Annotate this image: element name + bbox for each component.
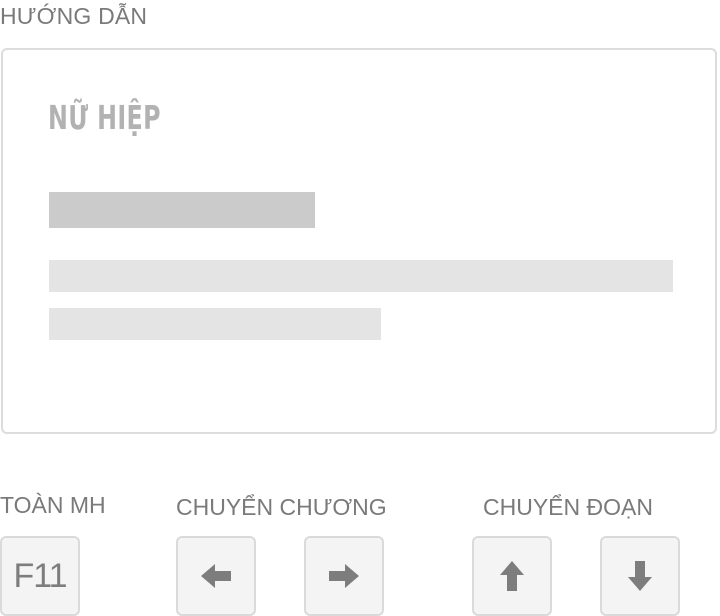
arrow-right-icon — [327, 559, 361, 593]
f11-key-button[interactable]: F11 — [0, 536, 80, 616]
previous-chapter-key-button[interactable] — [176, 536, 256, 616]
placeholder-text-line — [49, 308, 381, 340]
arrow-up-icon — [495, 559, 529, 593]
reading-guide: HƯỚNG DẪN NỮ HIỆP TOÀN MH CHUYỂN CHƯƠNG … — [0, 0, 720, 616]
next-chapter-key-button[interactable] — [304, 536, 384, 616]
change-paragraph-label: CHUYỂN ĐOẠN — [483, 494, 653, 520]
arrow-left-icon — [199, 559, 233, 593]
placeholder-text-line — [49, 260, 673, 292]
guide-title: HƯỚNG DẪN — [0, 3, 148, 29]
placeholder-heading — [49, 192, 315, 228]
arrow-down-icon — [623, 559, 657, 593]
reader-preview-card: NỮ HIỆP — [1, 48, 717, 434]
story-title: NỮ HIỆP — [48, 98, 161, 137]
f11-key-label: F11 — [13, 557, 67, 595]
previous-paragraph-key-button[interactable] — [472, 536, 552, 616]
next-paragraph-key-button[interactable] — [600, 536, 680, 616]
fullscreen-label: TOÀN MH — [0, 492, 106, 518]
change-chapter-label: CHUYỂN CHƯƠNG — [176, 494, 387, 520]
